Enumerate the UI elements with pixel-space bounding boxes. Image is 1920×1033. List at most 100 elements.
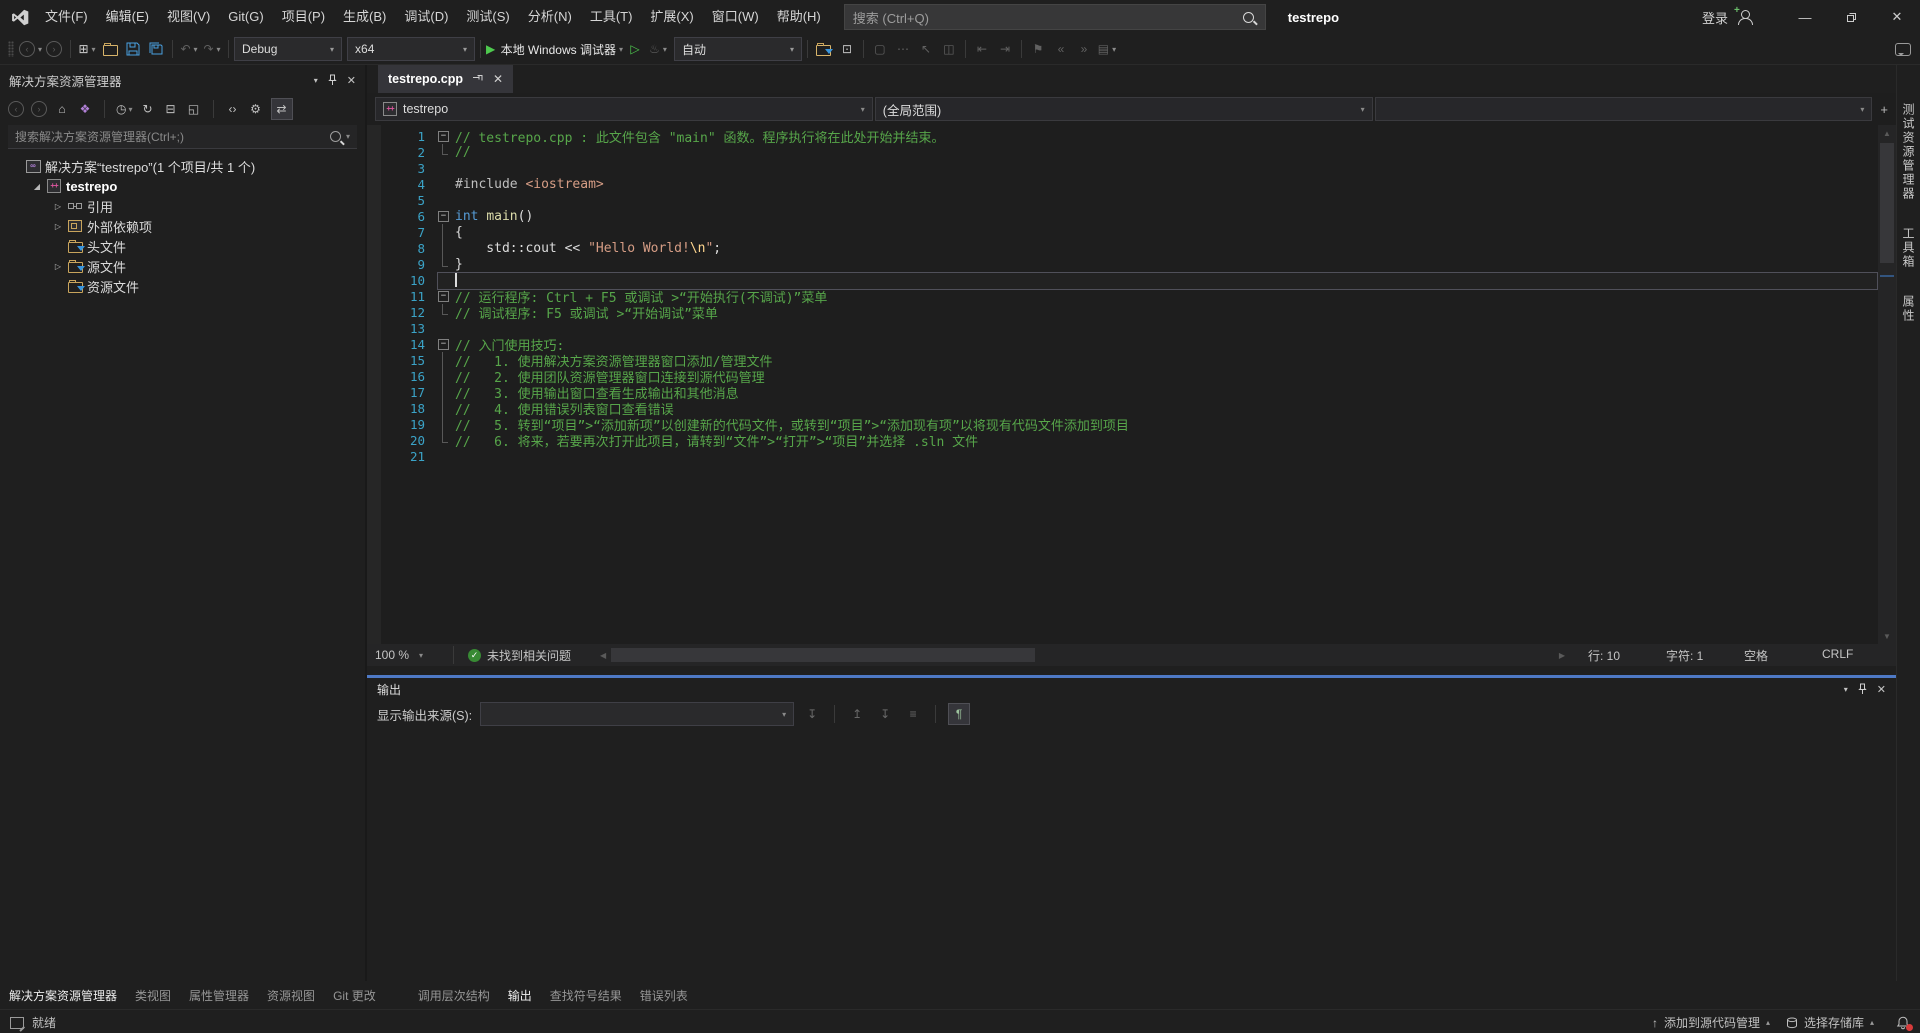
code-line[interactable]: 2// [367,144,1878,160]
tree-collapsed-arrow-icon[interactable]: ▷ [50,202,66,211]
fold-collapse-icon[interactable]: − [438,211,449,222]
eol-indicator[interactable]: CRLF [1808,647,1886,664]
menu-item-extensions[interactable]: 扩展(X) [641,0,702,34]
tree-item[interactable]: 头文件 [0,236,365,256]
se-properties-icon[interactable]: ⚙ [248,99,264,119]
code-line[interactable]: 3 [367,160,1878,176]
pin-icon[interactable] [328,74,337,86]
vertical-scrollbar[interactable]: ▲ ▼ [1878,125,1896,644]
outlining-box[interactable]: − [436,336,451,352]
menu-item-view[interactable]: 视图(V) [158,0,219,34]
open-file-button[interactable] [99,37,121,61]
zoom-level-combo[interactable]: 100 %▾ [367,644,449,666]
code-editor[interactable]: 1−// testrepo.cpp : 此文件包含 "main" 函数。程序执行… [367,125,1896,644]
undo-button[interactable]: ↶▾ [178,37,200,61]
output-content[interactable] [367,728,1896,981]
nav-member-combo[interactable]: ▾ [1375,97,1873,121]
nav-project-combo[interactable]: ++ testrepo▾ [375,97,873,121]
panel-tab-错误列表[interactable]: 错误列表 [631,981,697,1009]
bookmark-list-button[interactable]: ▤▾ [1096,37,1118,61]
se-collapse-all-icon[interactable]: ⊟ [163,99,179,119]
horizontal-scrollbar-thumb[interactable] [611,648,1035,662]
menu-item-debug[interactable]: 调试(D) [395,0,457,34]
hot-reload-button[interactable]: ♨▾ [647,37,669,61]
code-line[interactable]: 9} [367,256,1878,272]
navigate-back-button[interactable]: ‹▾ [19,37,42,61]
scroll-right-icon[interactable]: ▶ [1554,651,1570,660]
tab-pin-icon[interactable] [472,72,484,86]
se-refresh-icon[interactable]: ↻ [140,99,156,119]
more-edit-button[interactable]: ⋯ [892,37,914,61]
global-search-input[interactable]: 搜索 (Ctrl+Q) [844,4,1266,30]
save-all-button[interactable] [145,37,167,61]
fold-collapse-icon[interactable]: − [438,131,449,142]
panel-tab-类视图[interactable]: 类视图 [126,981,180,1009]
paste-button[interactable]: ◫ [938,37,960,61]
indent-button[interactable]: ⇥ [994,37,1016,61]
code-line[interactable]: 7{ [367,224,1878,240]
save-button[interactable] [122,37,144,61]
panel-tab-属性管理器[interactable]: 属性管理器 [180,981,258,1009]
code-line[interactable]: 4#include <iostream> [367,176,1878,192]
find-in-files-button[interactable]: ▢ [869,37,891,61]
goto-message-icon[interactable]: ↧ [802,704,822,724]
tree-collapsed-arrow-icon[interactable]: ▷ [50,262,66,271]
add-item-button[interactable] [813,37,835,61]
send-feedback-icon[interactable] [1892,37,1914,61]
tree-item[interactable]: ∞解决方案“testrepo”(1 个项目/共 1 个) [0,156,365,176]
start-debugging-button[interactable]: ▶ 本地 Windows 调试器▾ [486,37,623,61]
menu-item-tools[interactable]: 工具(T) [581,0,642,34]
code-line[interactable]: 5 [367,192,1878,208]
se-show-all-files-icon[interactable]: ◱ [186,99,202,119]
output-source-combo[interactable]: ▾ [480,702,794,726]
autohide-tab-工具箱[interactable]: 工具箱 [1900,227,1917,269]
navigate-forward-button[interactable]: › [43,37,65,61]
code-line[interactable]: 21 [367,448,1878,464]
tree-expanded-arrow-icon[interactable]: ◢ [29,182,45,191]
menu-item-analyze[interactable]: 分析(N) [519,0,581,34]
solution-explorer-search-input[interactable]: 搜索解决方案资源管理器(Ctrl+;) ▾ [8,125,357,149]
new-project-button[interactable]: ⊞▾ [76,37,98,61]
tree-item[interactable]: ▷引用 [0,196,365,216]
tree-item[interactable]: 资源文件 [0,276,365,296]
outlining-box[interactable]: − [436,128,451,144]
code-line[interactable]: 6−int main() [367,208,1878,224]
fold-collapse-icon[interactable]: − [438,291,449,302]
select-button[interactable]: ↖ [915,37,937,61]
menu-item-git[interactable]: Git(G) [219,0,272,34]
select-repository-button[interactable]: 选择存储库 ▴ [1786,1014,1874,1031]
word-wrap-icon[interactable]: ¶ [948,703,970,725]
solution-configuration-combo[interactable]: Debug▾ [234,37,342,61]
code-line[interactable]: 12// 调试程序: F5 或调试 >“开始调试”菜单 [367,304,1878,320]
code-line[interactable]: 13 [367,320,1878,336]
panel-tab-资源视图[interactable]: 资源视图 [258,981,324,1009]
output-window-menu-icon[interactable]: ▾ [1844,685,1848,694]
vertical-scrollbar-thumb[interactable] [1880,143,1894,263]
menu-item-project[interactable]: 项目(P) [273,0,334,34]
next-bookmark-button[interactable]: » [1073,37,1095,61]
toolbar-grip[interactable] [8,41,14,57]
nav-scope-combo[interactable]: (全局范围)▾ [875,97,1373,121]
previous-bookmark-button[interactable]: « [1050,37,1072,61]
panel-tab-Git 更改[interactable]: Git 更改 [324,981,385,1009]
solution-platform-combo[interactable]: x64▾ [347,37,475,61]
se-view-code-icon[interactable]: ‹› [225,99,241,119]
menu-item-help[interactable]: 帮助(H) [768,0,830,34]
panel-tab-查找符号结果[interactable]: 查找符号结果 [541,981,631,1009]
se-pending-changes-filter-icon[interactable]: ◷▾ [116,99,133,119]
restore-button[interactable] [1828,0,1874,34]
tree-item[interactable]: ▷外部依赖项 [0,216,365,236]
output-close-icon[interactable]: ✕ [1877,683,1886,696]
scroll-up-icon[interactable]: ▲ [1878,125,1896,141]
start-without-debugging-button[interactable]: ▷ [624,37,646,61]
background-tasks-icon[interactable] [10,1017,24,1029]
outdent-button[interactable]: ⇤ [971,37,993,61]
attach-mode-combo[interactable]: 自动▾ [674,37,802,61]
clear-all-icon[interactable]: ≡ [903,704,923,724]
se-back-icon[interactable]: ‹ [8,99,24,119]
code-line[interactable]: 20// 6. 将来，若要再次打开此项目，请转到“文件”>“打开”>“项目”并选… [367,432,1878,448]
account-icon[interactable]: + [1736,8,1754,26]
notifications-bell-icon[interactable] [1896,1016,1910,1030]
tree-collapsed-arrow-icon[interactable]: ▷ [50,222,66,231]
add-to-source-control-button[interactable]: ↑ 添加到源代码管理 ▴ [1652,1014,1770,1031]
